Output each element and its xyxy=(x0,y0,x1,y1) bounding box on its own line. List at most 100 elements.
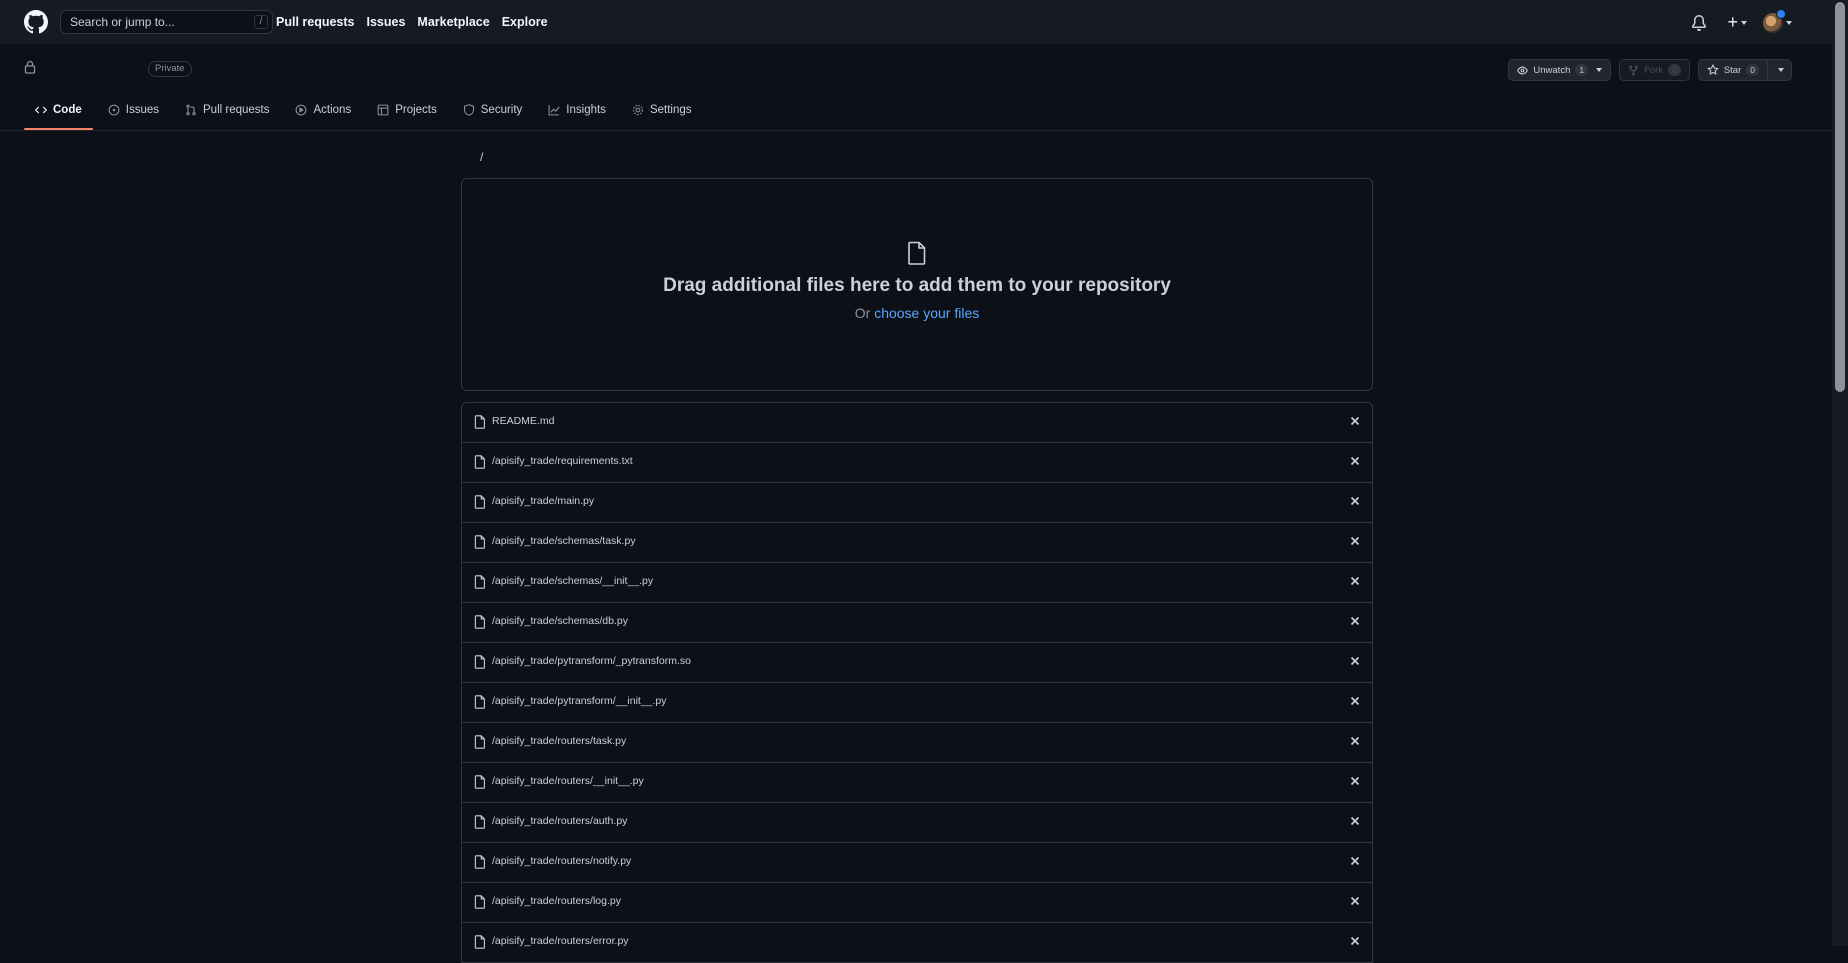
file-row: /apisify_trade/schemas/__init__.py xyxy=(462,563,1372,603)
close-icon[interactable] xyxy=(1350,496,1360,506)
close-icon[interactable] xyxy=(1350,776,1360,786)
close-icon[interactable] xyxy=(1350,856,1360,866)
choose-files-link[interactable]: choose your files xyxy=(874,305,979,321)
star-list-dropdown[interactable] xyxy=(1768,59,1792,81)
status-dot xyxy=(1776,8,1786,19)
tab-code[interactable]: Code xyxy=(24,92,93,130)
close-icon[interactable] xyxy=(1350,536,1360,546)
tab-label: Settings xyxy=(649,104,692,116)
repo-actions: Unwatch 1 Fork 0 Star 0 xyxy=(1500,59,1792,81)
eye-icon xyxy=(1517,66,1529,74)
create-new-button[interactable]: + xyxy=(1727,12,1747,33)
file-icon xyxy=(474,695,485,709)
star-label: Star xyxy=(1723,64,1742,76)
code-icon xyxy=(35,106,47,114)
file-name: /apisify_trade/schemas/task.py xyxy=(492,535,636,547)
close-icon[interactable] xyxy=(1350,816,1360,826)
close-icon[interactable] xyxy=(1350,416,1360,426)
file-name: /apisify_trade/requirements.txt xyxy=(492,455,633,467)
tab-security[interactable]: Security xyxy=(452,92,534,128)
file-row: /apisify_trade/pytransform/__init__.py xyxy=(462,683,1372,723)
play-icon xyxy=(296,104,307,116)
fork-button[interactable]: Fork 0 xyxy=(1619,59,1690,81)
star-button[interactable]: Star 0 xyxy=(1697,59,1768,81)
file-row: /apisify_trade/routers/task.py xyxy=(462,723,1372,763)
gear-icon xyxy=(632,104,643,116)
avatar xyxy=(1763,8,1786,33)
close-icon[interactable] xyxy=(1350,936,1360,946)
search-shortcut-key: / xyxy=(254,15,268,29)
file-name: /apisify_trade/pytransform/__init__.py xyxy=(492,695,667,707)
tab-label: Issues xyxy=(125,104,159,116)
close-icon[interactable] xyxy=(1350,456,1360,466)
file-icon xyxy=(474,575,485,589)
nav-explore[interactable]: Explore xyxy=(502,15,548,29)
visibility-badge: Private xyxy=(148,61,192,77)
file-icon xyxy=(474,455,485,469)
file-icon xyxy=(474,775,485,789)
tab-label: Pull requests xyxy=(203,104,270,116)
close-icon[interactable] xyxy=(1350,576,1360,586)
drop-zone-subtitle: Or choose your files xyxy=(462,305,1372,321)
search-input[interactable]: Search or jump to... / xyxy=(60,10,273,34)
uploaded-file-list: README.md/apisify_trade/requirements.txt… xyxy=(461,402,1373,963)
page-scrollbar[interactable] xyxy=(1832,0,1848,946)
file-name: README.md xyxy=(492,415,555,427)
scrollbar-thumb[interactable] xyxy=(1835,2,1845,392)
close-icon[interactable] xyxy=(1350,656,1360,666)
graph-icon xyxy=(548,105,560,116)
tab-insights[interactable]: Insights xyxy=(537,92,617,128)
header-actions: + xyxy=(1691,8,1792,33)
global-header: Search or jump to... / Pull requests Iss… xyxy=(0,0,1832,44)
tab-projects[interactable]: Projects xyxy=(366,92,448,128)
tab-issues[interactable]: Issues xyxy=(97,92,170,128)
file-name: /apisify_trade/main.py xyxy=(492,495,595,507)
file-name: /apisify_trade/schemas/db.py xyxy=(492,615,628,627)
file-icon xyxy=(474,495,485,509)
file-icon xyxy=(474,655,485,669)
close-icon[interactable] xyxy=(1350,736,1360,746)
tab-label: Actions xyxy=(313,104,352,116)
file-name: /apisify_trade/schemas/__init__.py xyxy=(492,575,654,587)
tab-label: Code xyxy=(53,104,82,116)
file-row: /apisify_trade/requirements.txt xyxy=(462,443,1372,483)
file-name: /apisify_trade/routers/notify.py xyxy=(492,855,632,867)
file-icon xyxy=(474,535,485,549)
file-icon xyxy=(908,241,926,265)
nav-issues[interactable]: Issues xyxy=(367,15,406,29)
watch-count: 1 xyxy=(1575,64,1589,76)
file-icon xyxy=(474,855,485,869)
nav-pull-requests[interactable]: Pull requests xyxy=(276,15,355,29)
drop-zone-title: Drag additional files here to add them t… xyxy=(663,275,1171,296)
close-icon[interactable] xyxy=(1350,616,1360,626)
file-icon xyxy=(474,735,485,749)
star-icon xyxy=(1707,64,1719,75)
file-drop-zone[interactable]: Drag additional files here to add them t… xyxy=(461,178,1373,391)
issue-icon xyxy=(108,104,120,116)
file-icon xyxy=(474,895,485,909)
bell-icon[interactable] xyxy=(1691,14,1707,31)
search-placeholder: Search or jump to... xyxy=(70,15,175,29)
file-icon xyxy=(474,615,485,629)
nav-marketplace[interactable]: Marketplace xyxy=(417,15,489,29)
tab-pull-requests[interactable]: Pull requests xyxy=(174,92,280,128)
lock-icon xyxy=(24,60,36,74)
file-row: /apisify_trade/pytransform/_pytransform.… xyxy=(462,643,1372,683)
file-row: /apisify_trade/routers/error.py xyxy=(462,923,1372,963)
chevron-down-icon xyxy=(1741,20,1747,25)
global-nav: Pull requests Issues Marketplace Explore xyxy=(276,0,560,44)
repo-tabs: Code Issues Pull requests Actions Projec… xyxy=(24,92,707,130)
file-icon xyxy=(474,415,485,429)
chevron-down-icon xyxy=(1786,20,1792,25)
plus-icon: + xyxy=(1727,12,1738,32)
unwatch-button[interactable]: Unwatch 1 xyxy=(1508,59,1612,81)
tab-settings[interactable]: Settings xyxy=(621,92,703,128)
tab-actions[interactable]: Actions xyxy=(284,92,362,128)
file-row: /apisify_trade/routers/__init__.py xyxy=(462,763,1372,803)
table-icon xyxy=(377,104,389,116)
file-row: /apisify_trade/routers/auth.py xyxy=(462,803,1372,843)
close-icon[interactable] xyxy=(1350,696,1360,706)
github-logo-icon[interactable] xyxy=(24,10,48,34)
close-icon[interactable] xyxy=(1350,896,1360,906)
user-menu-button[interactable] xyxy=(1763,8,1792,33)
